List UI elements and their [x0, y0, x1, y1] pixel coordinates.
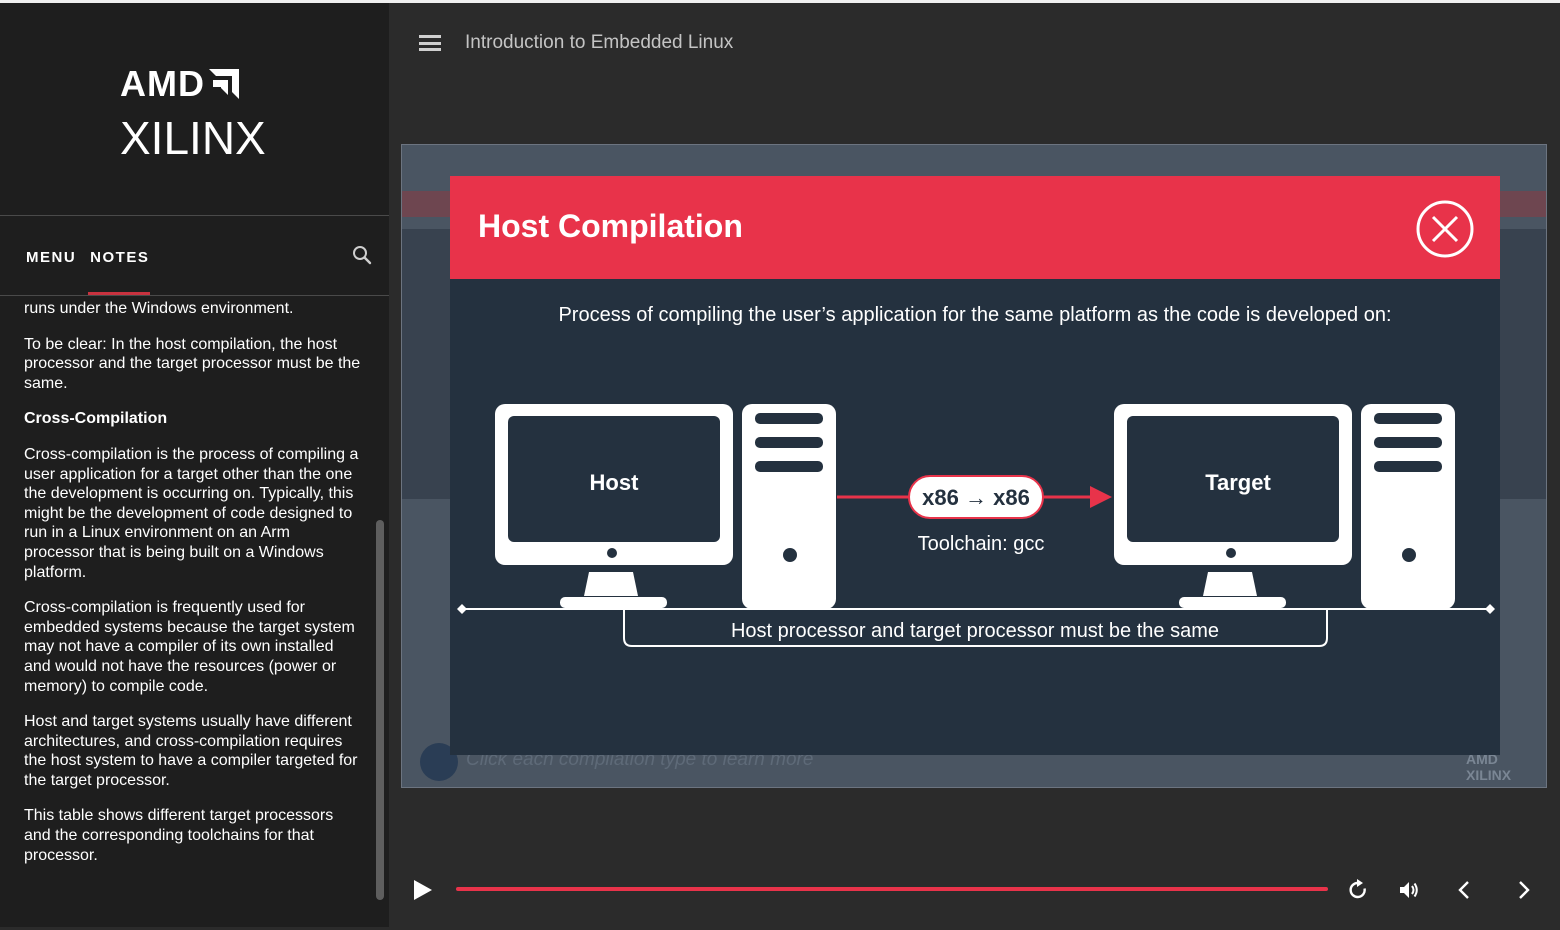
logo-amd: AMD	[120, 63, 205, 104]
amd-arrow-icon	[208, 69, 239, 99]
divider	[0, 215, 389, 216]
target-label: Target	[1205, 470, 1271, 495]
host-computer-icon	[495, 404, 836, 609]
search-icon[interactable]	[352, 245, 372, 265]
target-computer-icon	[1114, 404, 1455, 609]
brand-logo: AMD XILINX	[120, 61, 280, 164]
host-compilation-modal: Host Compilation Process of compiling th…	[450, 176, 1500, 755]
slide-logo: AMD XILINX	[1466, 751, 1512, 783]
replay-icon[interactable]	[1346, 878, 1370, 902]
play-icon[interactable]	[410, 878, 434, 902]
notes-paragraph: Cross-compilation is the process of comp…	[24, 445, 359, 581]
arch-label: x86 → x86	[922, 485, 1030, 510]
tab-menu[interactable]: MENU	[26, 249, 76, 266]
chevron-left-icon[interactable]	[1452, 878, 1476, 902]
host-label: Host	[590, 470, 640, 495]
notes-paragraph: Cross-compilation is frequently used for…	[24, 599, 355, 695]
notes-heading: Cross-Compilation	[24, 410, 168, 428]
bracket-label: Host processor and target processor must…	[731, 620, 1219, 642]
sidebar-tabs: MENU NOTES	[26, 249, 149, 266]
slide-stage: Click each compilation type to learn mor…	[401, 144, 1547, 788]
logo-xilinx: XILINX	[120, 112, 266, 164]
tab-notes[interactable]: NOTES	[90, 249, 149, 266]
notes-panel: runs under the Windows environment. To be…	[24, 299, 364, 930]
chevron-right-icon[interactable]	[1512, 878, 1536, 902]
seek-bar[interactable]	[456, 887, 1328, 891]
notes-paragraph: This table shows different target proces…	[24, 807, 334, 864]
course-title: Introduction to Embedded Linux	[465, 32, 734, 53]
host-target-diagram: Host Target x86 → x86 Toolchain: gcc Hos…	[457, 404, 1495, 647]
toolchain-label: Toolchain: gcc	[918, 533, 1045, 555]
volume-icon[interactable]	[1397, 878, 1421, 902]
notes-paragraph: Host and target systems usually have dif…	[24, 713, 358, 789]
notes-paragraph: runs under the Windows environment.	[24, 300, 294, 317]
sidebar: AMD XILINX MENU NOTES runs under the Win…	[0, 3, 389, 927]
hamburger-icon[interactable]	[419, 35, 441, 51]
notes-paragraph: To be clear: In the host compilation, th…	[24, 335, 361, 392]
divider	[0, 295, 389, 296]
notes-scrollbar[interactable]	[376, 520, 384, 900]
arrow-head-icon	[1090, 486, 1112, 508]
